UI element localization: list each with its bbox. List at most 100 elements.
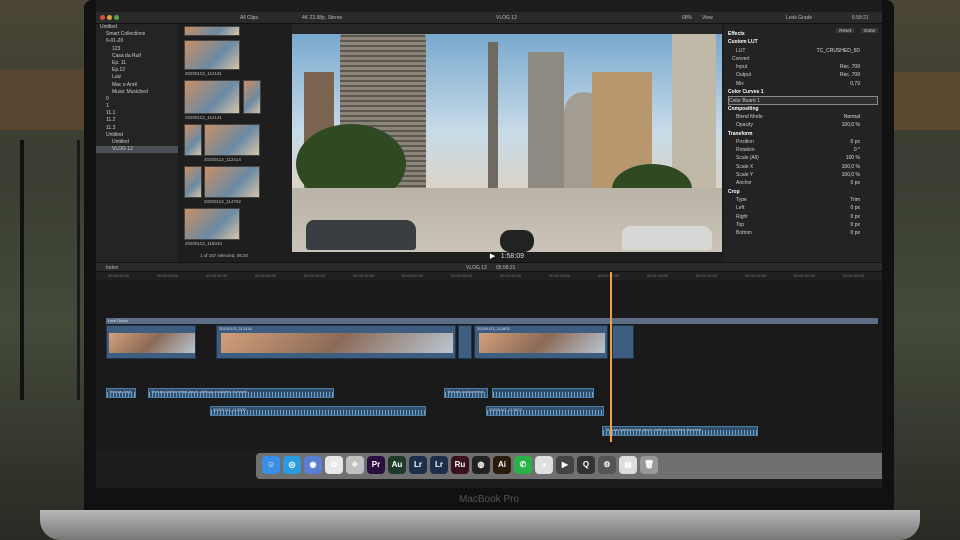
- library-item[interactable]: Untitled: [96, 24, 178, 31]
- inspector-row-value[interactable]: 100,0 %: [842, 171, 860, 179]
- inspector-row[interactable]: LUT TC_CRUSHED_5D: [728, 47, 878, 55]
- playhead[interactable]: [610, 272, 612, 442]
- inspector-row-value[interactable]: 0 px: [851, 179, 860, 187]
- inspector-row-value[interactable]: 0 px: [851, 213, 860, 221]
- inspector-row-value[interactable]: Normal: [844, 113, 860, 121]
- library-item[interactable]: 0: [96, 96, 178, 103]
- inspector-row[interactable]: Effects: [728, 30, 878, 38]
- clip-thumbnail[interactable]: [184, 80, 240, 114]
- inspector-row[interactable]: Crop: [728, 188, 878, 196]
- inspector-row-value[interactable]: Rec. 709: [840, 71, 860, 79]
- audio-clip[interactable]: 20200113_112000: [210, 406, 426, 416]
- timeline[interactable]: Lerê Ólado 20200113_112414 20200113_1138…: [96, 280, 882, 450]
- library-item[interactable]: Untitled: [96, 132, 178, 139]
- clip-thumbnail[interactable]: [184, 40, 240, 70]
- inspector-row[interactable]: Input Rec. 709: [728, 63, 878, 71]
- clip-thumbnail[interactable]: [184, 208, 240, 240]
- inspector-row[interactable]: Mix 0,79: [728, 80, 878, 88]
- inspector-row-value[interactable]: 0 px: [851, 138, 860, 146]
- inspector-row-value[interactable]: 0 px: [851, 204, 860, 212]
- library-item[interactable]: Casa da Ruif: [96, 53, 178, 60]
- clip-thumbnail[interactable]: [204, 124, 260, 156]
- clip-thumbnail[interactable]: [243, 80, 261, 114]
- close-icon[interactable]: [100, 15, 105, 20]
- video-clip[interactable]: [106, 325, 196, 359]
- inspector-row-value[interactable]: 0 px: [851, 221, 860, 229]
- video-clip[interactable]: [612, 325, 634, 359]
- inspector-row-value[interactable]: 0 °: [854, 146, 860, 154]
- video-clip[interactable]: [458, 325, 472, 359]
- audio-clip[interactable]: Texture-instrumental-jason-dartkup-music…: [602, 426, 758, 436]
- inspector-row-value[interactable]: 100,0 %: [842, 121, 860, 129]
- inspector-row-value[interactable]: 0 px: [851, 229, 860, 237]
- index-button[interactable]: Index: [106, 264, 118, 272]
- inspector-row-value[interactable]: 100 %: [846, 154, 860, 162]
- library-item[interactable]: 11.3: [96, 125, 178, 132]
- audition-icon[interactable]: Au: [388, 456, 406, 474]
- library-item[interactable]: Ep.12: [96, 67, 178, 74]
- library-item[interactable]: Music Musicbed: [96, 89, 178, 96]
- inspector-row[interactable]: Left 0 px: [728, 204, 878, 212]
- final-cut-icon[interactable]: ▶: [556, 456, 574, 474]
- library-item[interactable]: 1: [96, 103, 178, 110]
- inspector-row[interactable]: Compositing: [728, 105, 878, 113]
- inspector-row[interactable]: Output Rec. 709: [728, 71, 878, 79]
- inspector-row-value[interactable]: 0,79: [850, 80, 860, 88]
- photos-icon[interactable]: ✿: [325, 456, 343, 474]
- minimize-icon[interactable]: [107, 15, 112, 20]
- inspector-row[interactable]: Color Curves 1: [728, 88, 878, 96]
- lightroom-classic-icon[interactable]: Lr: [430, 456, 448, 474]
- inspector-row[interactable]: Bottom 0 px: [728, 229, 878, 237]
- inspector-row-value[interactable]: Rec. 709: [840, 63, 860, 71]
- inspector-row[interactable]: Convert: [728, 55, 878, 63]
- lightroom-icon[interactable]: Lr: [409, 456, 427, 474]
- library-item[interactable]: 11.2: [96, 117, 178, 124]
- premiere-icon[interactable]: Pr: [367, 456, 385, 474]
- library-item[interactable]: 6-01-20: [96, 38, 178, 45]
- inspector-row[interactable]: Type Trim: [728, 196, 878, 204]
- inspector-row[interactable]: Position 0 px: [728, 138, 878, 146]
- library-item[interactable]: Luiz: [96, 74, 178, 81]
- inspector-row[interactable]: Color Board 1: [728, 96, 878, 105]
- audio-clip[interactable]: Texture-instrumental-jason-dartkup-music…: [148, 388, 334, 398]
- illustrator-icon[interactable]: Ai: [493, 456, 511, 474]
- inspector-row-value[interactable]: TC_CRUSHED_5D: [817, 47, 860, 55]
- view-dropdown[interactable]: View: [702, 14, 713, 22]
- inspector-row-value[interactable]: 100,0 %: [842, 163, 860, 171]
- audio-clip[interactable]: Texture-Instr: [106, 388, 136, 398]
- preview-icon[interactable]: ▤: [619, 456, 637, 474]
- siri-icon[interactable]: ◉: [304, 456, 322, 474]
- clip-thumbnail[interactable]: [184, 26, 240, 36]
- safari-icon[interactable]: ◎: [283, 456, 301, 474]
- inspector-row[interactable]: Custom LUT: [728, 38, 878, 46]
- library-item[interactable]: VLOG 12: [96, 146, 178, 154]
- zoom-icon[interactable]: [114, 15, 119, 20]
- clip-thumbnail[interactable]: [184, 166, 202, 198]
- audio-clip[interactable]: 20200113_113603: [486, 406, 604, 416]
- library-item[interactable]: Ep. 11: [96, 60, 178, 67]
- whatsapp-icon[interactable]: ✆: [514, 456, 532, 474]
- inspector-row-value[interactable]: Trim: [850, 196, 860, 204]
- play-icon[interactable]: ▶: [490, 253, 495, 260]
- video-clip[interactable]: 20200113_113802: [474, 325, 608, 359]
- inspector-row[interactable]: Anchor 0 px: [728, 179, 878, 187]
- rush-icon[interactable]: Ru: [451, 456, 469, 474]
- inspector-row[interactable]: Top 0 px: [728, 221, 878, 229]
- clips-filter-dropdown[interactable]: All Clips: [240, 14, 258, 22]
- library-item[interactable]: 11.1: [96, 110, 178, 117]
- timeline-ruler[interactable]: 00:00:20:00 00:00:25:00 00:00:30:00 00:00:3…: [96, 272, 882, 280]
- chrome-icon[interactable]: ◕: [535, 456, 553, 474]
- audio-clip[interactable]: [492, 388, 594, 398]
- library-item[interactable]: Smart Collections: [96, 31, 178, 38]
- inspector-row[interactable]: Rotation 0 °: [728, 146, 878, 154]
- inspector-row[interactable]: Scale X 100,0 %: [728, 163, 878, 171]
- library-item[interactable]: Untitled: [96, 139, 178, 146]
- audio-clip[interactable]: Texture-Instrumental: [444, 388, 488, 398]
- video-clip[interactable]: 20200113_112414: [216, 325, 456, 359]
- compressor-icon[interactable]: ⚙: [598, 456, 616, 474]
- clip-thumbnail[interactable]: [184, 124, 202, 156]
- quicktime-icon[interactable]: Q: [577, 456, 595, 474]
- library-item[interactable]: 123: [96, 46, 178, 53]
- inspector-row[interactable]: Opacity 100,0 %: [728, 121, 878, 129]
- clip-thumbnail[interactable]: [204, 166, 260, 198]
